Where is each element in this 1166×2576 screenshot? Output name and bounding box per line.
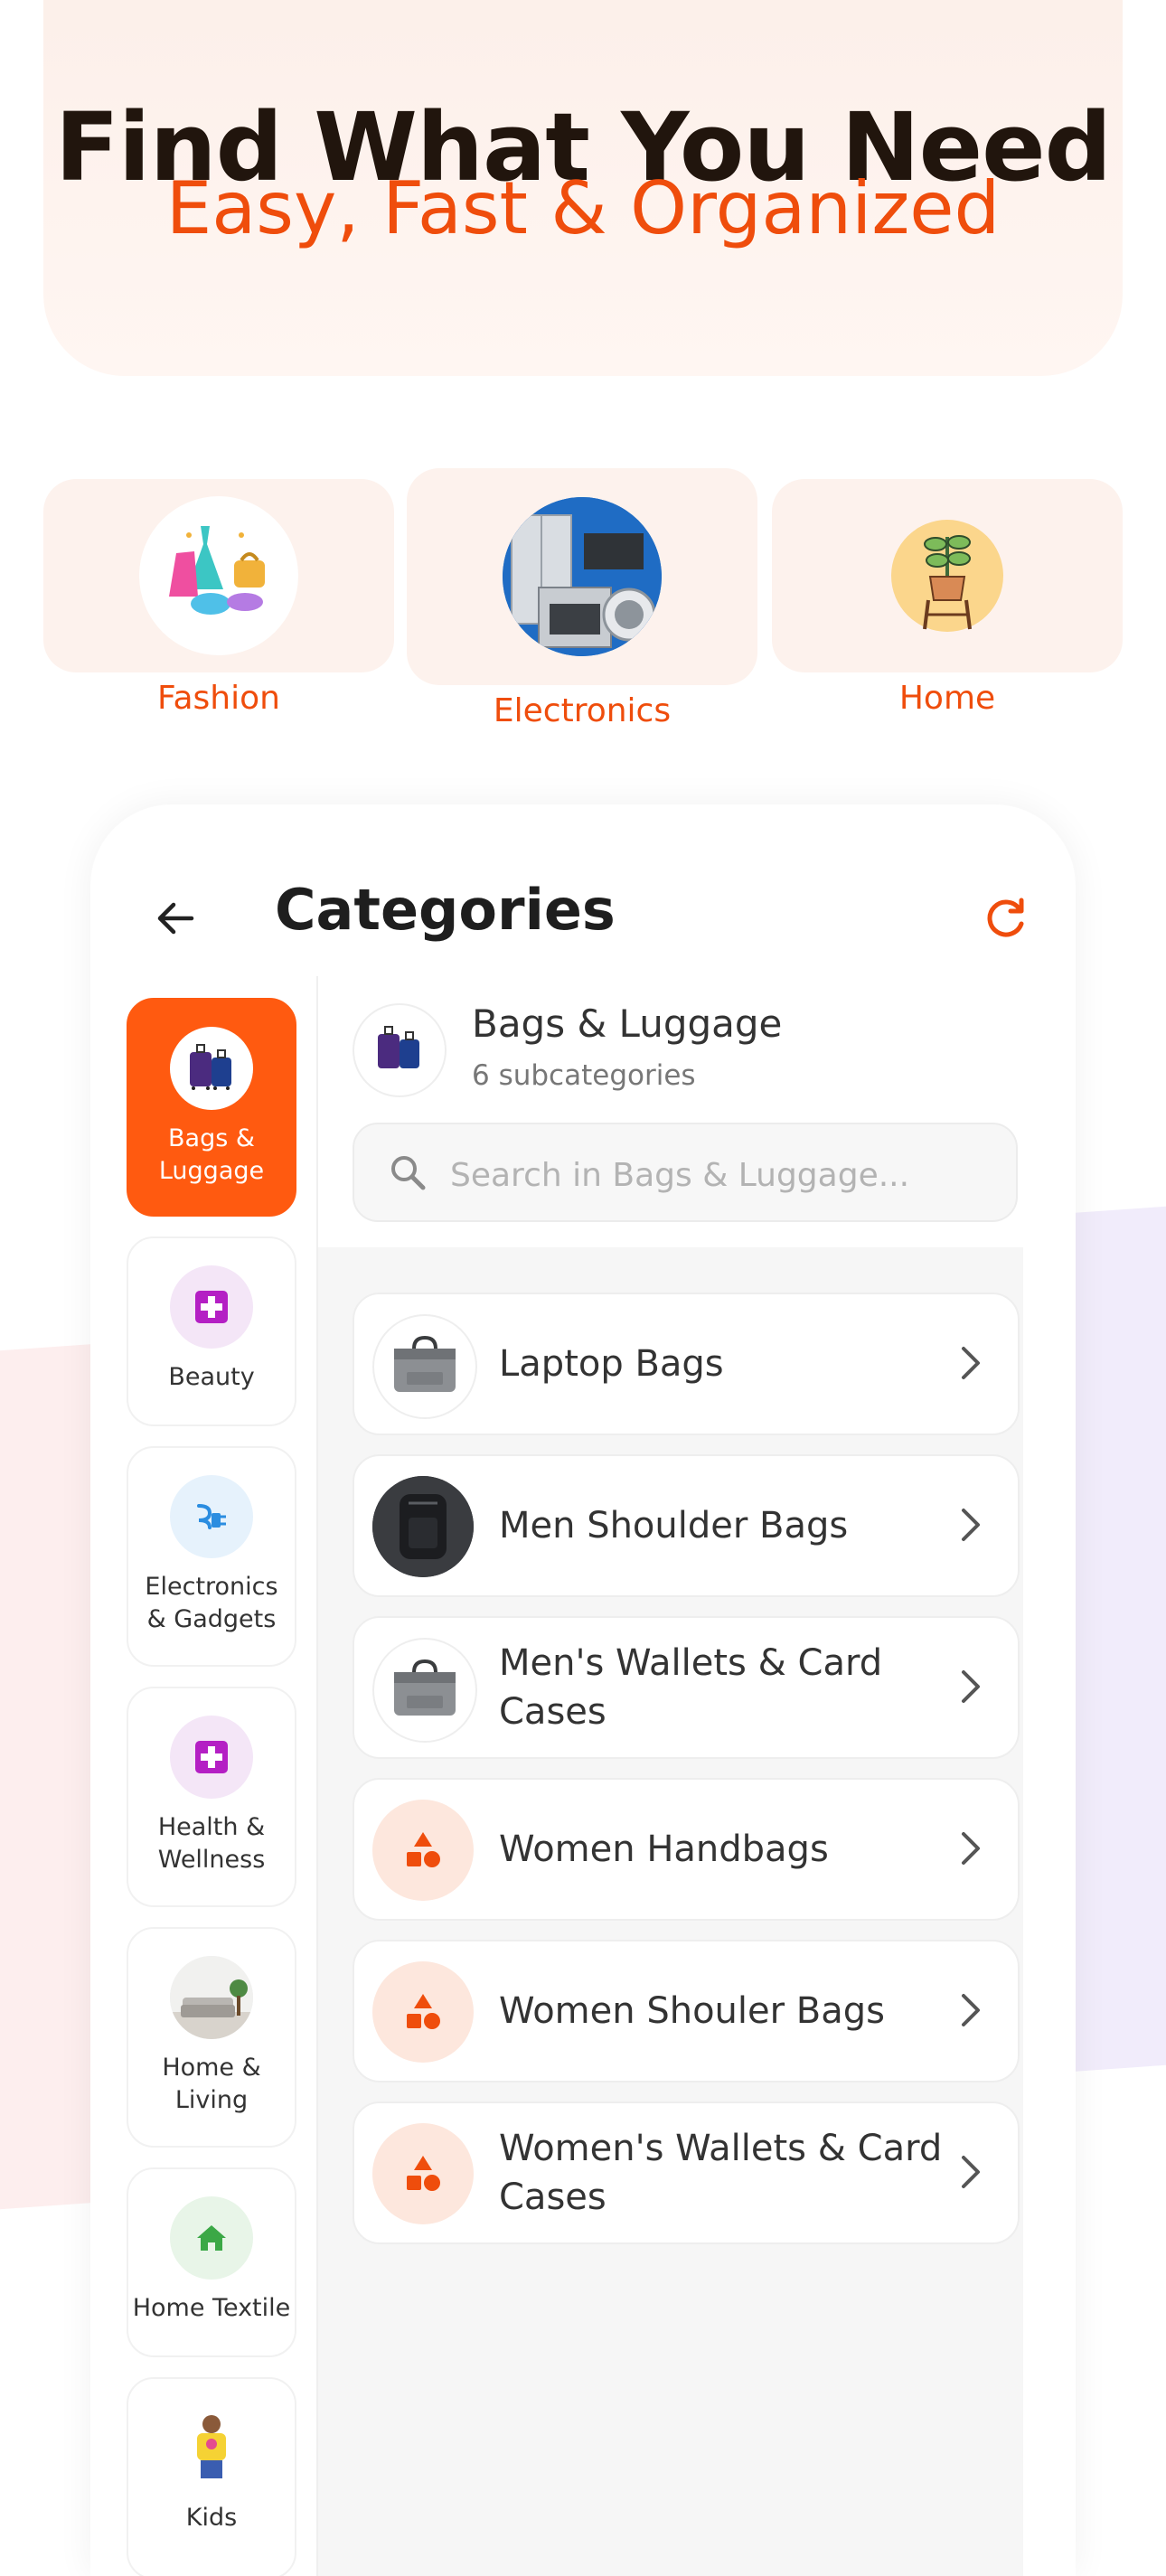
- category-sidebar: Bags & Luggage Beauty Electronics & Gadg…: [90, 976, 318, 2576]
- top-category-electronics[interactable]: Electronics: [407, 468, 757, 729]
- sidebar-item-beauty[interactable]: Beauty: [127, 1236, 296, 1426]
- sidebar-item-home-living[interactable]: Home & Living: [127, 1927, 296, 2148]
- medical-plus-icon: [170, 1716, 253, 1799]
- chevron-right-icon: [951, 1343, 991, 1383]
- sidebar-item-bags-luggage[interactable]: Bags & Luggage: [127, 998, 296, 1217]
- laptop-bag-photo: [372, 1638, 477, 1743]
- selected-category-title: Bags & Luggage: [472, 1001, 783, 1046]
- chevron-right-icon: [951, 1505, 991, 1545]
- chevron-right-icon: [951, 2152, 991, 2192]
- subcategory-label: Men's Wallets & Card Cases: [499, 1642, 883, 1733]
- back-arrow-icon[interactable]: [148, 891, 202, 945]
- sidebar-item-label: Bags & Luggage: [158, 1124, 265, 1185]
- hero-banner: Find What You Need Easy, Fast & Organize…: [43, 0, 1123, 376]
- subcategory-item-mens-wallets[interactable]: Men's Wallets & Card Cases: [353, 1616, 1020, 1759]
- home-card: [772, 479, 1123, 672]
- backpack-photo: [372, 1476, 474, 1577]
- fashion-clothes-icon: [139, 496, 298, 655]
- sidebar-item-electronics-gadgets[interactable]: Electronics & Gadgets: [127, 1446, 296, 1667]
- subcategory-item-women-handbags[interactable]: Women Handbags: [353, 1778, 1020, 1921]
- hero-subtitle: Easy, Fast & Organized: [165, 166, 1001, 250]
- plug-icon: [170, 1475, 253, 1558]
- subcategory-label: Laptop Bags: [499, 1343, 724, 1385]
- selected-category-count: 6 subcategories: [472, 1059, 696, 1092]
- selected-category-image: [353, 1003, 447, 1097]
- sidebar-item-label: Home & Living: [162, 2054, 261, 2114]
- top-category-label: Fashion: [157, 680, 280, 717]
- chevron-right-icon: [951, 1990, 991, 2030]
- luggage-icon: [170, 1027, 253, 1110]
- electronics-card: [407, 468, 757, 685]
- shapes-icon: [372, 1800, 474, 1901]
- search-icon: [387, 1152, 428, 1193]
- subcategory-item-laptop-bags[interactable]: Laptop Bags: [353, 1293, 1020, 1435]
- sidebar-item-label: Beauty: [168, 1363, 255, 1391]
- subcategory-label: Women Shouler Bags: [499, 1990, 885, 2032]
- kid-photo-icon: [170, 2406, 253, 2489]
- house-icon: [170, 2196, 253, 2280]
- refresh-icon[interactable]: [980, 893, 1030, 944]
- sidebar-item-health-wellness[interactable]: Health & Wellness: [127, 1687, 296, 1907]
- sidebar-item-label: Home Textile: [132, 2294, 291, 2322]
- medical-plus-icon: [170, 1265, 253, 1349]
- top-category-label: Electronics: [493, 692, 672, 729]
- potted-plant-icon: [889, 517, 1006, 635]
- subcategory-label: Women's Wallets & Card Cases: [499, 2128, 943, 2218]
- search-box[interactable]: [353, 1123, 1018, 1222]
- chevron-right-icon: [951, 1667, 991, 1706]
- chevron-right-icon: [951, 1829, 991, 1868]
- page-title: Categories: [275, 877, 616, 943]
- shapes-icon: [372, 1961, 474, 2063]
- subcategory-label: Women Handbags: [499, 1829, 829, 1870]
- sidebar-item-kids[interactable]: Kids: [127, 2377, 296, 2576]
- appliances-icon: [503, 497, 662, 656]
- top-category-label: Home: [898, 680, 996, 717]
- sidebar-item-home-textile[interactable]: Home Textile: [127, 2167, 296, 2357]
- sidebar-item-label: Kids: [185, 2504, 238, 2532]
- subcategory-label: Men Shoulder Bags: [499, 1505, 849, 1547]
- laptop-bag-photo: [372, 1314, 477, 1419]
- sofa-photo-icon: [170, 1956, 253, 2039]
- sidebar-item-label: Health & Wellness: [157, 1813, 266, 1874]
- subcategory-item-women-shoulder-bags[interactable]: Women Shouler Bags: [353, 1940, 1020, 2082]
- shapes-icon: [372, 2123, 474, 2224]
- top-category-home[interactable]: Home: [772, 479, 1123, 717]
- subcategory-item-womens-wallets[interactable]: Women's Wallets & Card Cases: [353, 2101, 1020, 2244]
- sidebar-item-label: Electronics & Gadgets: [145, 1573, 278, 1633]
- subcategory-item-men-shoulder-bags[interactable]: Men Shoulder Bags: [353, 1454, 1020, 1597]
- search-input[interactable]: [448, 1146, 994, 1204]
- top-category-fashion[interactable]: Fashion: [43, 479, 394, 717]
- fashion-card: [43, 479, 394, 672]
